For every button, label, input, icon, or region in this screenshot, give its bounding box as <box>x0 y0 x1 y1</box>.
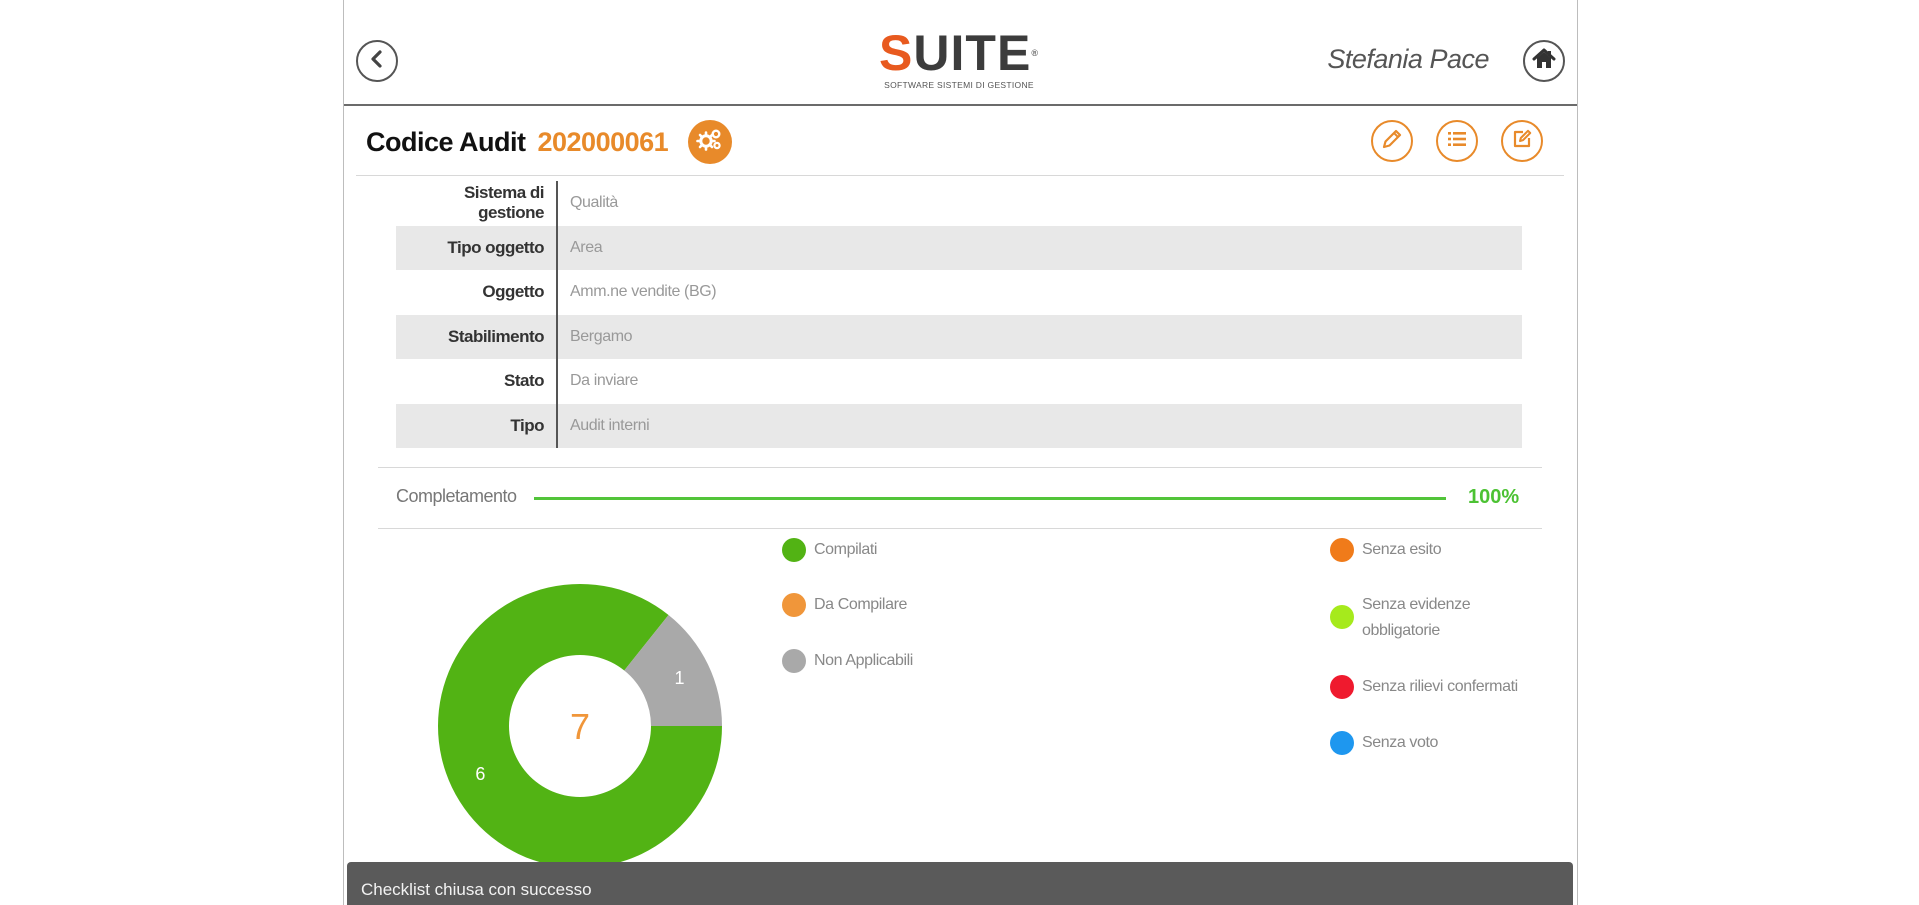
info-row-oggetto: Oggetto Amm.ne vendite (BG) <box>396 270 1522 315</box>
info-value: Bergamo <box>570 327 633 345</box>
completion-bottom-divider <box>378 528 1542 529</box>
completion-percent: 100% <box>1468 486 1520 508</box>
info-key: Stato <box>396 359 558 404</box>
app-window: SUITE® SOFTWARE SISTEMI DI GESTIONE Stef… <box>343 0 1578 905</box>
legend-dot <box>782 593 806 617</box>
info-row-sistema: Sistema di gestione Qualità <box>396 181 1522 226</box>
legend-non-applicabili: Non Applicabili <box>782 648 913 674</box>
legend-senza-rilievi: Senza rilievi confermati <box>1330 674 1518 700</box>
audit-code: 202000061 <box>537 126 669 157</box>
back-button[interactable] <box>356 40 398 82</box>
legend-label: Non Applicabili <box>814 652 913 669</box>
info-value: Audit interni <box>570 416 650 434</box>
info-key: Sistema di gestione <box>396 181 558 226</box>
legend-label: Senza voto <box>1362 734 1439 751</box>
legend-label: Senza esito <box>1362 541 1442 558</box>
info-row-tipo: Tipo Audit interni <box>396 403 1522 448</box>
legend-label: Senza rilievi confermati <box>1362 678 1518 695</box>
donut-slice-label: 1 <box>675 668 685 688</box>
home-icon <box>1531 46 1557 77</box>
legend-label: Da Compilare <box>814 596 908 613</box>
legend-dot <box>1330 731 1354 755</box>
completion-progress-bar <box>534 497 1446 500</box>
edit-note-button[interactable] <box>1501 120 1543 162</box>
legend-da-compilare: Da Compilare <box>782 592 907 618</box>
audit-title-label: Codice Audit <box>366 126 526 157</box>
toast-message: Checklist chiusa con successo <box>347 862 1573 905</box>
info-row-stato: Stato Da inviare <box>396 359 1522 404</box>
title-divider <box>356 175 1564 176</box>
suite-logo: SUITE® SOFTWARE SISTEMI DI GESTIONE <box>879 25 1039 90</box>
settings-button[interactable] <box>688 120 733 164</box>
legend-dot <box>782 538 806 562</box>
info-key: Tipo <box>396 403 558 448</box>
legend-dot <box>1330 538 1354 562</box>
list-button[interactable] <box>1436 120 1478 162</box>
info-key: Tipo oggetto <box>396 225 558 270</box>
home-button[interactable] <box>1523 40 1565 82</box>
top-header: SUITE® SOFTWARE SISTEMI DI GESTIONE Stef… <box>344 0 1577 106</box>
legend-dot <box>1330 605 1354 629</box>
user-name: Stefania Pace <box>1327 44 1489 74</box>
completion-top-divider <box>378 467 1542 468</box>
edit-note-icon <box>1510 127 1534 156</box>
chevron-left-icon <box>366 48 388 75</box>
info-key: Oggetto <box>396 270 558 315</box>
completion-progress-fill <box>534 497 1446 500</box>
info-row-stabilimento: Stabilimento Bergamo <box>396 314 1522 359</box>
donut-slice-label: 6 <box>475 764 485 784</box>
donut-total: 7 <box>570 706 590 747</box>
completion-label: Completamento <box>396 486 517 506</box>
info-value: Qualità <box>570 194 618 212</box>
gears-icon <box>696 126 724 159</box>
audit-info-table: Sistema di gestione Qualità Tipo oggetto… <box>396 181 1522 448</box>
info-value: Amm.ne vendite (BG) <box>570 283 717 301</box>
info-row-tipo-oggetto: Tipo oggetto Area <box>396 225 1522 270</box>
checklist-donut-chart: 6 1 7 <box>438 584 722 869</box>
info-value: Da inviare <box>570 372 639 390</box>
legend-senza-voto: Senza voto <box>1330 730 1438 756</box>
legend-dot <box>1330 675 1354 699</box>
info-key: Stabilimento <box>396 314 558 359</box>
legend-compilati: Compilati <box>782 537 877 563</box>
legend-label: Senza evidenze obbligatorie <box>1362 596 1471 639</box>
legend-label: Compilati <box>814 541 878 558</box>
audit-title-row: Codice Audit 202000061 <box>366 118 733 166</box>
legend-senza-evidenze: Senza evidenze obbligatorie <box>1330 592 1471 644</box>
pencil-icon <box>1380 127 1404 156</box>
legend-senza-esito: Senza esito <box>1330 537 1442 563</box>
legend-dot <box>782 649 806 673</box>
list-icon <box>1445 127 1469 156</box>
edit-button[interactable] <box>1371 120 1413 162</box>
info-value: Area <box>570 238 603 256</box>
